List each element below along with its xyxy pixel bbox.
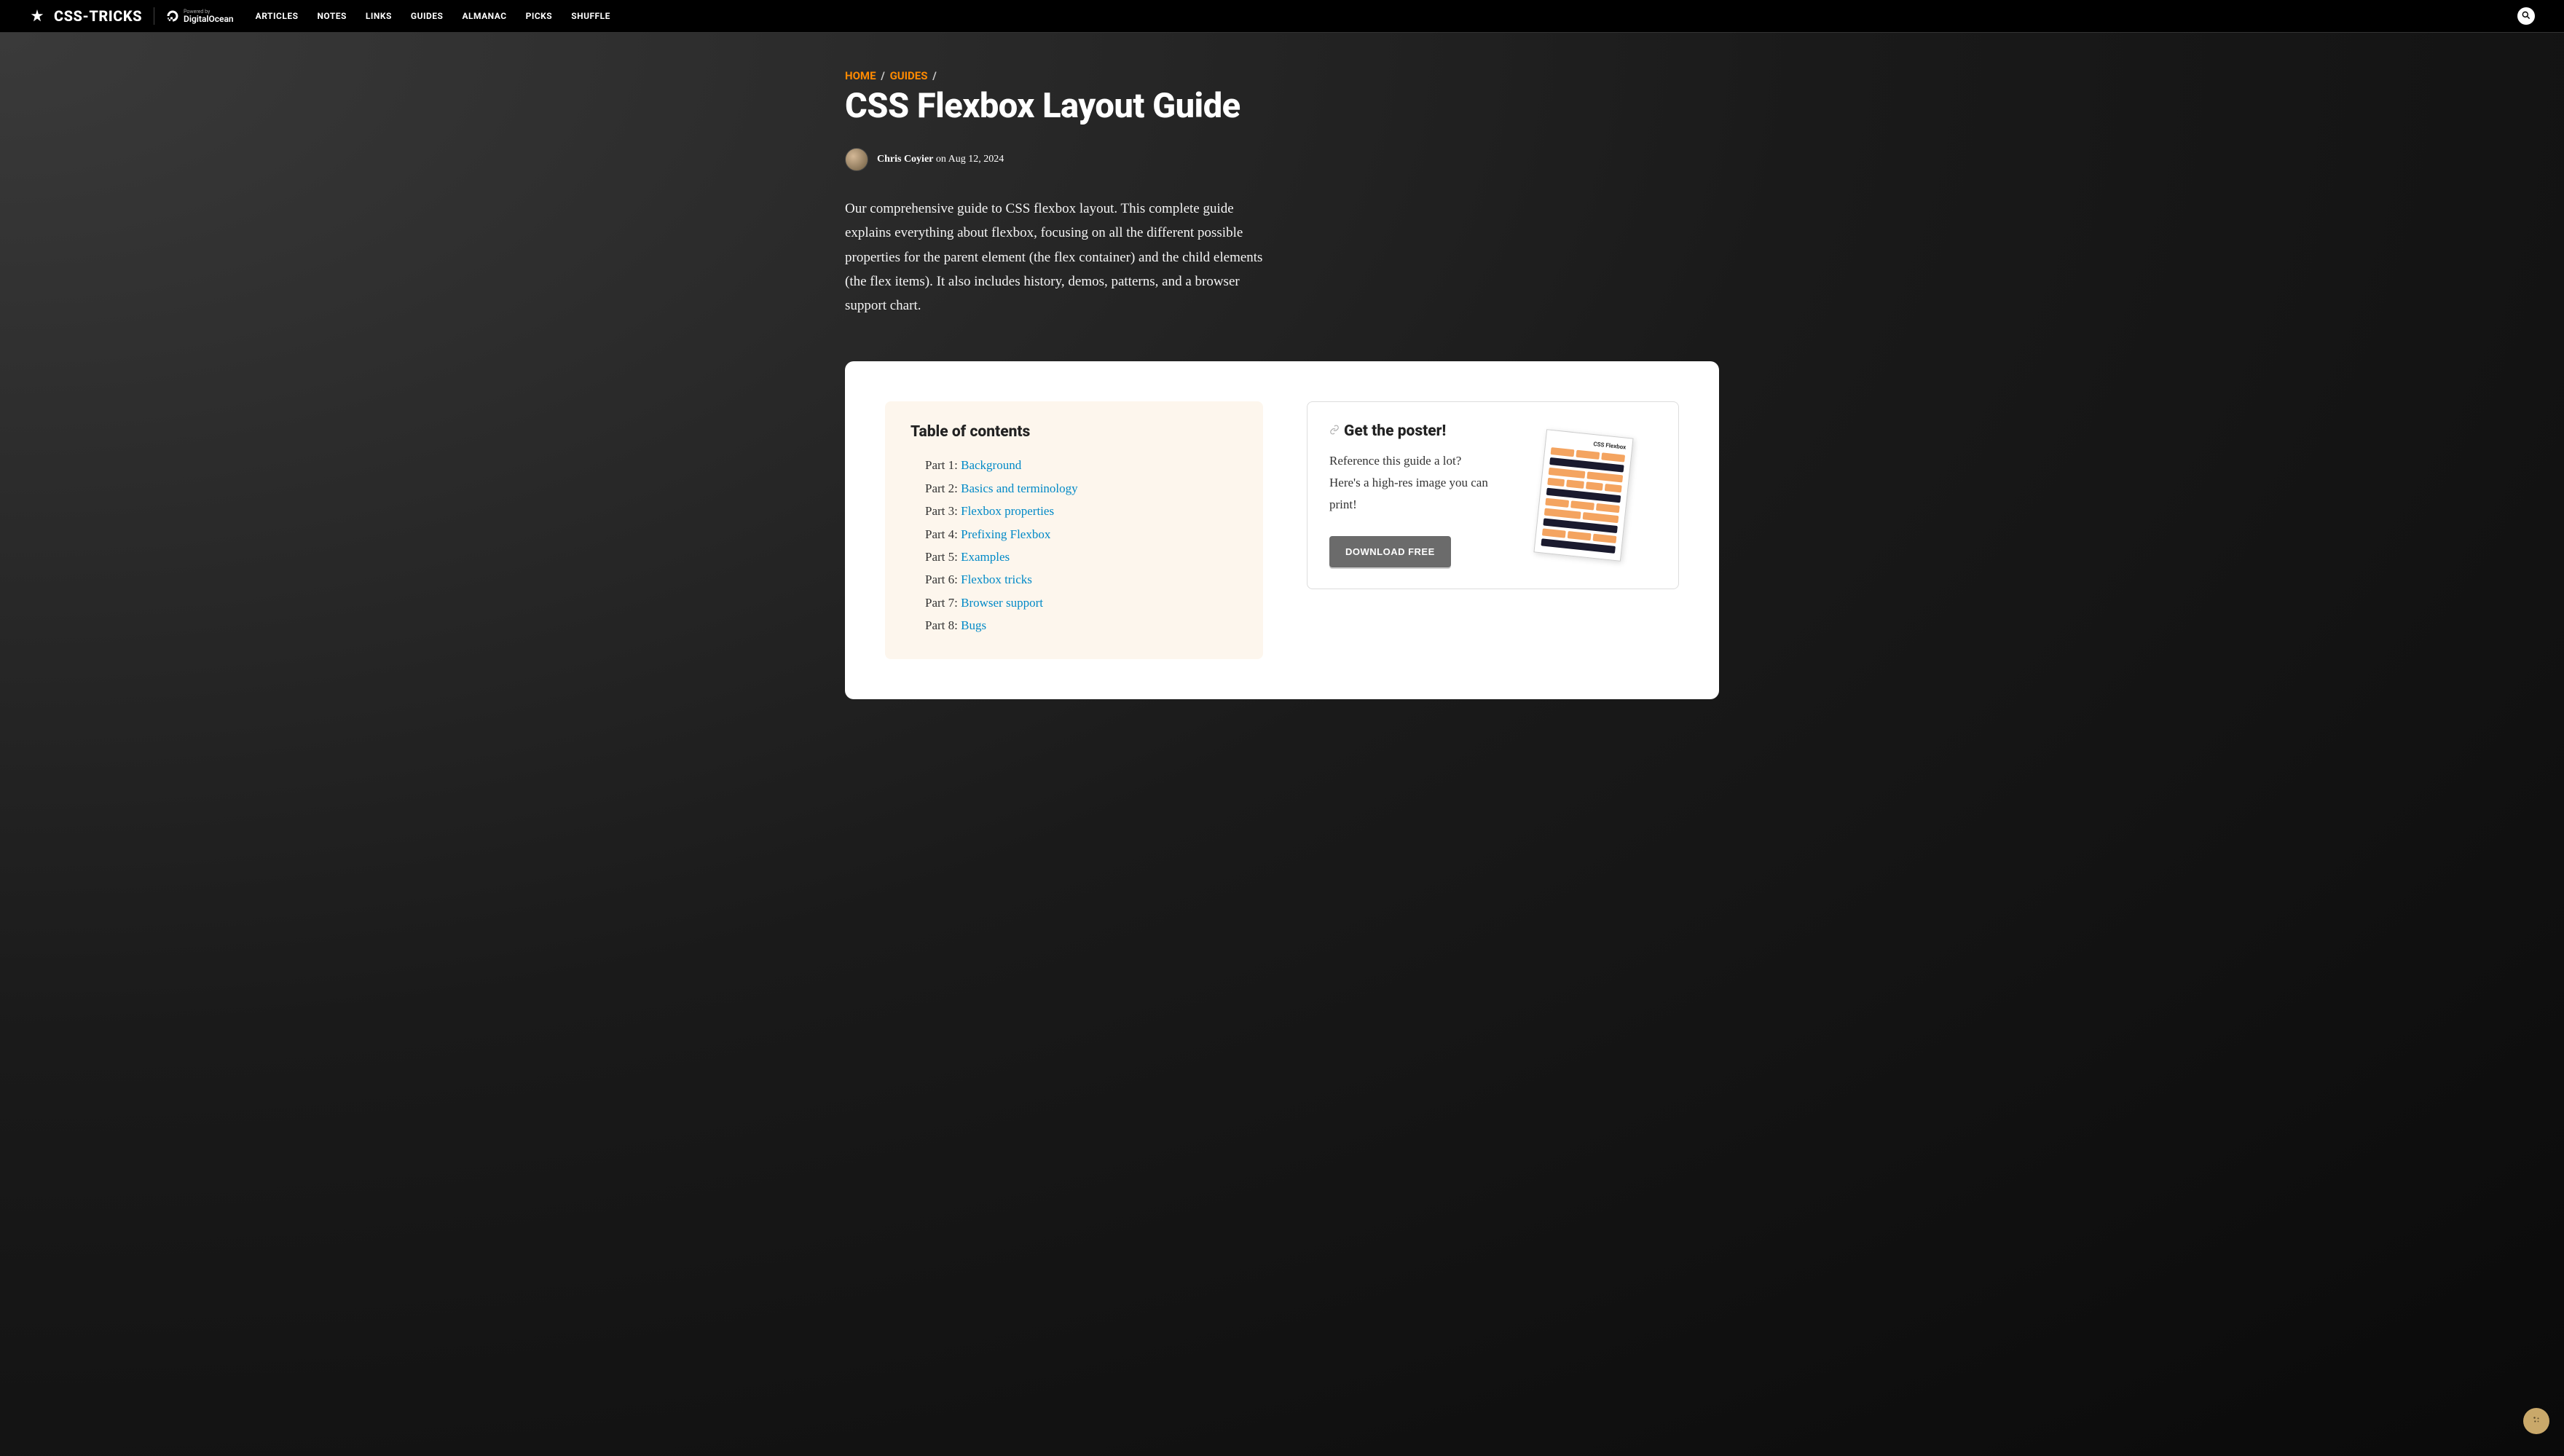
poster-box: Get the poster! Reference this guide a l… <box>1307 401 1679 589</box>
intro-text: Our comprehensive guide to CSS flexbox l… <box>845 197 1267 318</box>
nav-guides[interactable]: GUIDES <box>411 11 444 21</box>
cookie-icon <box>2529 1412 2544 1431</box>
toc-link-background[interactable]: Background <box>961 458 1021 472</box>
logo-group[interactable]: CSS-TRICKS Powered by DigitalOcean <box>29 7 234 25</box>
toc-item: Part 5: Examples <box>925 546 1238 568</box>
main-nav: ARTICLES NOTES LINKS GUIDES ALMANAC PICK… <box>256 11 610 21</box>
download-button[interactable]: DOWNLOAD FREE <box>1329 536 1451 567</box>
toc-link-bugs[interactable]: Bugs <box>961 618 986 632</box>
link-icon[interactable] <box>1329 425 1340 438</box>
toc-list: Part 1: Background Part 2: Basics and te… <box>911 454 1238 637</box>
breadcrumb: HOME / GUIDES / <box>845 69 1719 82</box>
toc-title: Table of contents <box>911 423 1238 441</box>
toc-link-tricks[interactable]: Flexbox tricks <box>961 572 1032 586</box>
content-container: HOME / GUIDES / CSS Flexbox Layout Guide… <box>830 69 1734 699</box>
toc-box: Table of contents Part 1: Background Par… <box>885 401 1263 659</box>
poster-content: Get the poster! Reference this guide a l… <box>1329 422 1489 568</box>
search-icon <box>2521 9 2531 23</box>
toc-item: Part 1: Background <box>925 454 1238 476</box>
author-text: Chris Coyier on Aug 12, 2024 <box>877 154 1004 165</box>
poster-text: Reference this guide a lot? Here's a hig… <box>1329 450 1489 515</box>
toc-item: Part 2: Basics and terminology <box>925 477 1238 500</box>
breadcrumb-sep: / <box>881 69 885 82</box>
nav-notes[interactable]: NOTES <box>317 11 346 21</box>
poster-mockup: CSS Flexbox <box>1533 429 1633 562</box>
toc-link-properties[interactable]: Flexbox properties <box>961 504 1054 518</box>
poster-image[interactable]: CSS Flexbox <box>1511 422 1656 568</box>
author-row: Chris Coyier on Aug 12, 2024 <box>845 148 1719 171</box>
logo-text: CSS-TRICKS <box>54 7 142 25</box>
breadcrumb-home[interactable]: HOME <box>845 69 876 82</box>
page-wrap: HOME / GUIDES / CSS Flexbox Layout Guide… <box>0 33 2564 1456</box>
breadcrumb-sep: / <box>932 69 937 82</box>
toc-link-basics[interactable]: Basics and terminology <box>961 481 1078 495</box>
toc-link-examples[interactable]: Examples <box>961 550 1010 564</box>
digitalocean-icon <box>166 9 179 23</box>
powered-by-name: DigitalOcean <box>184 15 234 23</box>
nav-articles[interactable]: ARTICLES <box>256 11 299 21</box>
author-date-prefix: on <box>933 154 948 165</box>
nav-shuffle[interactable]: SHUFFLE <box>571 11 610 21</box>
article-body: Table of contents Part 1: Background Par… <box>845 361 1719 699</box>
avatar[interactable] <box>845 148 868 171</box>
nav-picks[interactable]: PICKS <box>526 11 553 21</box>
header-bar: CSS-TRICKS Powered by DigitalOcean ARTIC… <box>0 0 2564 33</box>
breadcrumb-guides[interactable]: GUIDES <box>890 69 928 82</box>
toc-link-browser-support[interactable]: Browser support <box>961 596 1043 610</box>
page-title: CSS Flexbox Layout Guide <box>845 86 1719 126</box>
search-button[interactable] <box>2517 7 2535 25</box>
toc-item: Part 3: Flexbox properties <box>925 500 1238 522</box>
toc-item: Part 7: Browser support <box>925 591 1238 614</box>
toc-item: Part 8: Bugs <box>925 614 1238 637</box>
toc-link-prefixing[interactable]: Prefixing Flexbox <box>961 527 1050 541</box>
toc-item: Part 6: Flexbox tricks <box>925 568 1238 591</box>
poster-title: Get the poster! <box>1344 422 1446 440</box>
cookie-settings-button[interactable] <box>2523 1408 2549 1434</box>
nav-almanac[interactable]: ALMANAC <box>462 11 506 21</box>
star-icon <box>29 8 45 24</box>
digitalocean-badge[interactable]: Powered by DigitalOcean <box>166 9 234 23</box>
author-date: Aug 12, 2024 <box>948 154 1004 165</box>
toc-item: Part 4: Prefixing Flexbox <box>925 523 1238 546</box>
nav-links[interactable]: LINKS <box>366 11 392 21</box>
author-name[interactable]: Chris Coyier <box>877 154 933 165</box>
